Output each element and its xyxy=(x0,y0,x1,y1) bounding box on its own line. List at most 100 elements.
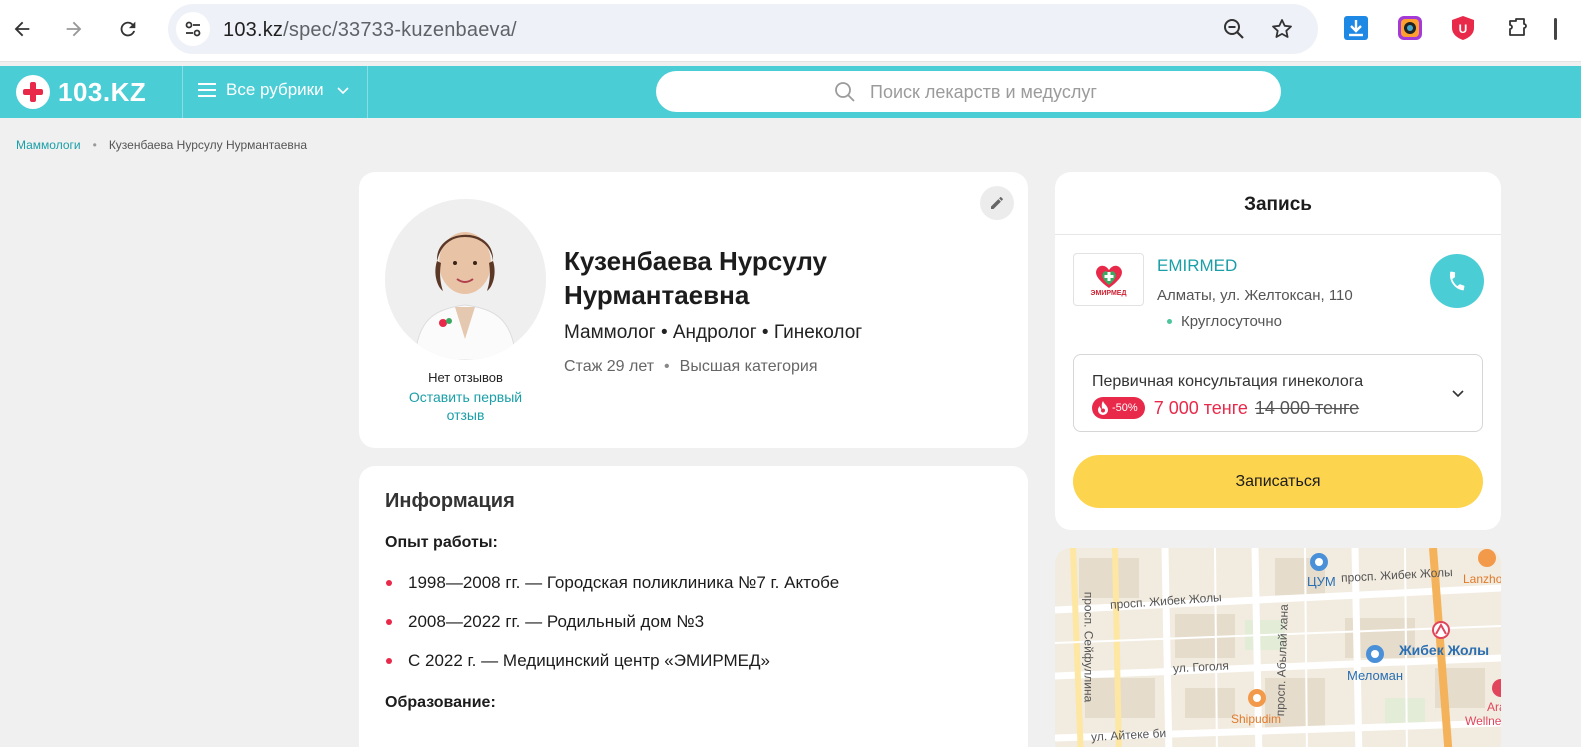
bullet-icon xyxy=(386,580,392,586)
shield-icon: U xyxy=(1452,16,1474,40)
download-extension[interactable] xyxy=(1342,14,1370,42)
discount-badge: -50% xyxy=(1092,397,1145,419)
zoom-button[interactable] xyxy=(1221,16,1247,42)
price-old: 14 000 тенге xyxy=(1254,397,1360,418)
bullet-icon xyxy=(386,658,392,664)
booking-title: Запись xyxy=(1244,194,1312,215)
breadcrumb-link-mammologists[interactable]: Маммологи xyxy=(16,138,81,152)
logo-text: 103.KZ xyxy=(58,76,147,107)
search-input[interactable] xyxy=(870,79,1250,105)
map-poi-label: Lanzho xyxy=(1463,572,1501,586)
star-icon xyxy=(1272,19,1292,38)
clinic-hours-text: Круглосуточно xyxy=(1181,313,1282,330)
map-poi-label: ЦУМ xyxy=(1307,574,1336,589)
price-new: 7 000 тенге xyxy=(1153,397,1248,418)
medical-cross-icon xyxy=(16,75,50,109)
map-label-street: ул. Гоголя xyxy=(1172,658,1230,676)
zoom-out-icon xyxy=(1224,19,1244,39)
clinic-logo[interactable]: ЭМИРМЕД xyxy=(1073,253,1144,306)
tune-icon xyxy=(185,21,201,37)
site-info-button[interactable] xyxy=(176,12,210,46)
url-path: /spec/33733-kuzenbaeva/ xyxy=(283,19,517,41)
book-appointment-button[interactable]: Записаться xyxy=(1073,455,1483,508)
experience-item-text: 1998—2008 гг. — Городская поликлиника №7… xyxy=(408,573,840,592)
arrow-right-icon xyxy=(66,21,82,37)
menu-edge xyxy=(1554,18,1557,40)
site-logo[interactable]: 103.KZ xyxy=(16,75,146,109)
breadcrumb-separator: • xyxy=(92,138,97,152)
list-item: 1998—2008 гг. — Городская поликлиника №7… xyxy=(385,573,839,612)
doctor-avatar xyxy=(385,199,546,360)
rubrics-label: Все рубрики xyxy=(226,80,324,99)
browser-toolbar: 103.kz/spec/33733-kuzenbaeva/ U xyxy=(0,0,1581,62)
open-status-dot xyxy=(1167,319,1172,324)
doctor-photo-icon xyxy=(385,199,546,360)
experience-heading: Опыт работы: xyxy=(385,534,498,551)
reload-icon xyxy=(120,21,136,37)
no-reviews-text: Нет отзывов xyxy=(428,370,503,385)
experience-list: 1998—2008 гг. — Городская поликлиника №7… xyxy=(385,573,839,690)
doctor-name: Кузенбаева Нурсулу Нурмантаевна xyxy=(564,246,828,310)
doctor-meta: Стаж 29 лет • Высшая категория xyxy=(564,358,817,376)
reload-button[interactable] xyxy=(111,12,145,46)
bullet-icon xyxy=(386,619,392,625)
pencil-icon xyxy=(991,197,1003,209)
breadcrumb-current: Кузенбаева Нурсулу Нурмантаевна xyxy=(108,138,308,152)
chevron-down-icon xyxy=(337,87,349,95)
discount-text: -50% xyxy=(1112,402,1138,414)
back-button[interactable] xyxy=(5,12,39,46)
leave-review-link[interactable]: Оставить первый отзыв xyxy=(395,388,536,424)
clinic-hours: Круглосуточно xyxy=(1167,313,1282,330)
download-icon xyxy=(1344,16,1368,40)
extensions-button[interactable] xyxy=(1504,14,1532,42)
list-item: С 2022 г. — Медицинский центр «ЭМИРМЕД» xyxy=(385,651,839,690)
doctor-specialties: Маммолог • Андролог • Гинеколог xyxy=(564,322,863,343)
fire-icon xyxy=(1098,401,1108,415)
map-poi-label: Ara xyxy=(1487,700,1501,714)
service-select[interactable]: Первичная консультация гинеколога -50% 7… xyxy=(1073,354,1483,432)
chevron-down-icon xyxy=(1452,390,1464,398)
experience-item-text: С 2022 г. — Медицинский центр «ЭМИРМЕД» xyxy=(408,651,770,670)
map-label-street: просп. Сейфуллина xyxy=(1081,591,1096,703)
price-row: -50% 7 000 тенге 14 000 тенге xyxy=(1092,397,1359,419)
list-item: 2008—2022 гг. — Родильный дом №3 xyxy=(385,612,839,651)
shield-extension[interactable]: U xyxy=(1449,14,1477,42)
search-icon xyxy=(835,82,855,102)
edit-profile-button[interactable] xyxy=(980,186,1014,220)
info-title: Информация xyxy=(385,490,515,512)
map-poi-label: Wellne xyxy=(1465,714,1501,728)
arrow-left-icon xyxy=(14,21,30,37)
hamburger-icon xyxy=(198,83,216,97)
clinic-address: Алматы, ул. Желтоксан, 110 xyxy=(1157,287,1353,304)
map-poi-label: Shipudim xyxy=(1231,712,1282,726)
clinic-name-link[interactable]: EMIRMED xyxy=(1157,256,1237,276)
booking-card: Запись ЭМИРМЕД EMIRMED Алматы, ул. Желто… xyxy=(1055,172,1501,530)
camera-extension[interactable] xyxy=(1396,14,1424,42)
info-card: Информация Опыт работы: 1998—2008 гг. — … xyxy=(359,466,1028,747)
doctor-profile-card: Нет отзывов Оставить первый отзыв Кузенб… xyxy=(359,172,1028,448)
rubrics-menu-button[interactable]: Все рубрики xyxy=(198,80,350,100)
svg-text:U: U xyxy=(1459,22,1468,36)
meta-separator: • xyxy=(664,358,670,375)
site-search-bar[interactable] xyxy=(656,71,1281,112)
puzzle-icon xyxy=(1509,18,1527,36)
header-divider xyxy=(367,66,368,118)
address-bar[interactable]: 103.kz/spec/33733-kuzenbaeva/ xyxy=(168,4,1318,54)
education-heading: Образование: xyxy=(385,694,496,711)
lens-icon xyxy=(1398,16,1422,40)
experience-text: Стаж 29 лет xyxy=(564,358,655,375)
category-text: Высшая категория xyxy=(679,358,818,375)
url-text[interactable]: 103.kz/spec/33733-kuzenbaeva/ xyxy=(223,19,517,42)
map-poi-label: Меломан xyxy=(1347,668,1404,683)
heart-logo-icon xyxy=(1095,265,1122,288)
call-button[interactable] xyxy=(1430,254,1484,308)
site-header: 103.KZ Все рубрики xyxy=(0,66,1581,118)
header-divider xyxy=(182,66,183,118)
map[interactable]: просп. Жибек Жолы просп. Жибек Жолы прос… xyxy=(1055,548,1501,747)
bookmark-button[interactable] xyxy=(1269,16,1295,42)
experience-item-text: 2008—2022 гг. — Родильный дом №3 xyxy=(408,612,705,631)
breadcrumb: Маммологи • Кузенбаева Нурсулу Нурмантае… xyxy=(16,138,307,152)
forward-button[interactable] xyxy=(57,12,91,46)
clinic-logo-label: ЭМИРМЕД xyxy=(1090,289,1127,297)
url-host: 103.kz xyxy=(223,19,284,41)
